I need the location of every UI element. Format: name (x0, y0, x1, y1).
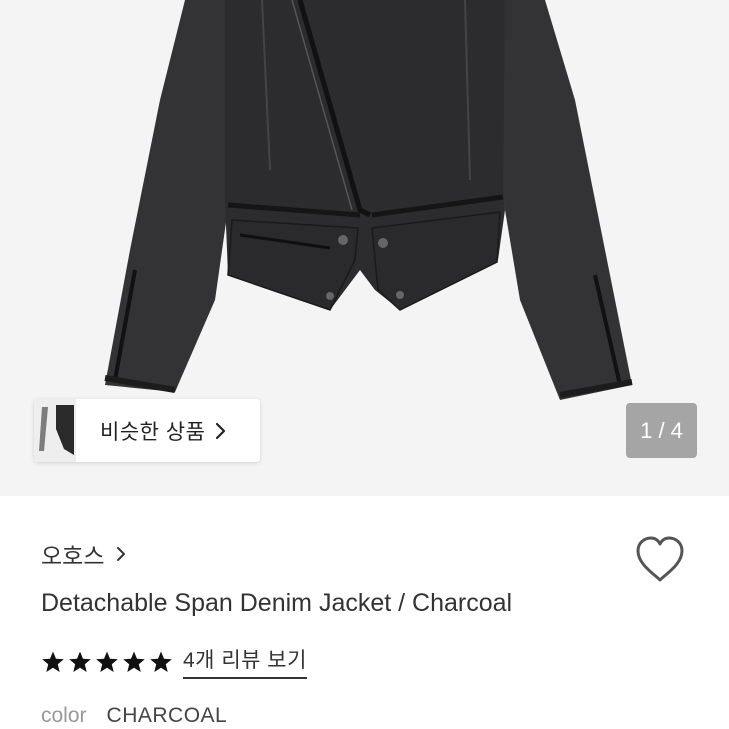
color-value: CHARCOAL (106, 704, 228, 727)
image-page-counter: 1 / 4 (626, 403, 697, 458)
star-rating (41, 650, 173, 674)
heart-icon[interactable] (634, 535, 686, 585)
product-image-gallery[interactable]: 비슷한 상품 1 / 4 (0, 0, 729, 496)
star-icon (42, 651, 64, 672)
brand-link[interactable]: 오호스 (41, 537, 126, 571)
brand-name: 오호스 (41, 543, 105, 569)
rating-row: 4개 리뷰 보기 (41, 644, 307, 679)
color-info: color CHARCOAL (41, 704, 227, 728)
star-icon (69, 651, 91, 672)
chevron-right-icon (215, 422, 227, 440)
similar-products-thumbnail (34, 399, 76, 462)
star-icon (96, 651, 118, 672)
color-label: color (41, 704, 87, 727)
product-title: Detachable Span Denim Jacket / Charcoal (41, 589, 513, 617)
similar-products-button[interactable]: 비슷한 상품 (34, 399, 260, 462)
view-reviews-link[interactable]: 4개 리뷰 보기 (183, 644, 307, 679)
star-icon (150, 651, 172, 672)
similar-products-label: 비슷한 상품 (100, 420, 206, 444)
star-icon (123, 651, 145, 672)
chevron-right-icon (116, 546, 126, 562)
